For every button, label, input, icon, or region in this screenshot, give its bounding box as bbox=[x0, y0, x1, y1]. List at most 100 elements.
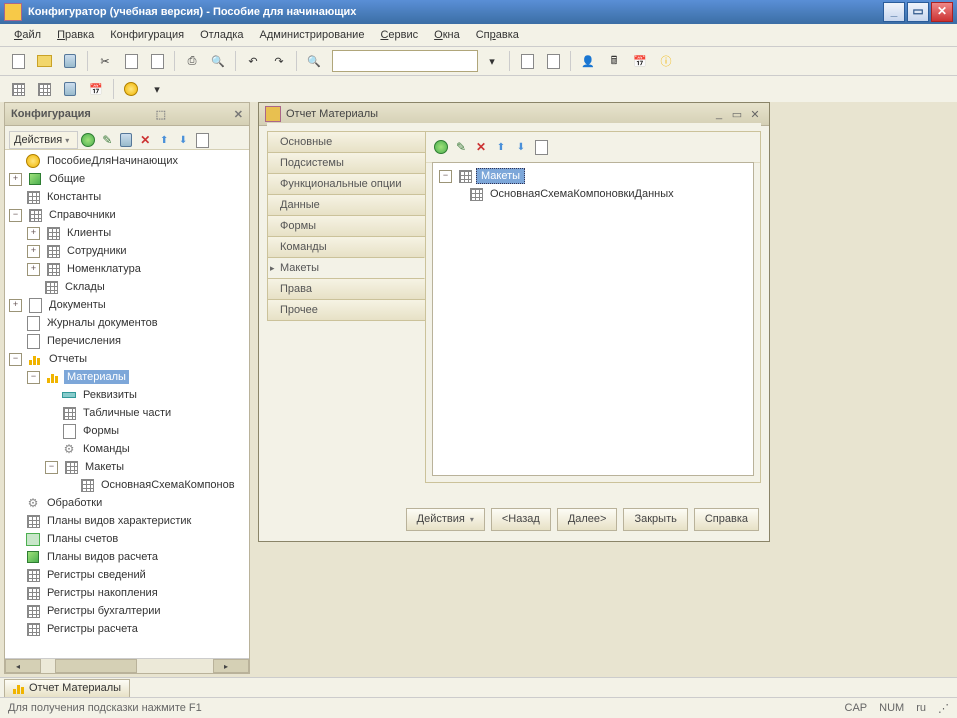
tree-label[interactable]: Константы bbox=[44, 190, 104, 204]
tree-item-label[interactable]: ОсновнаяСхемаКомпоновкиДанных bbox=[487, 187, 677, 201]
tree-label[interactable]: Регистры бухгалтерии bbox=[44, 604, 164, 618]
cb-delete-icon[interactable]: ✕ bbox=[472, 138, 490, 156]
tree-label[interactable]: Регистры сведений bbox=[44, 568, 149, 582]
maximize-button[interactable]: ▭ bbox=[907, 2, 929, 22]
close-report-button[interactable]: Закрыть bbox=[623, 508, 687, 531]
tree-row[interactable]: Планы видов расчета bbox=[5, 548, 249, 566]
tree-row[interactable]: Журналы документов bbox=[5, 314, 249, 332]
calc-icon[interactable]: 🖩 bbox=[602, 49, 626, 73]
tree-label[interactable]: ОсновнаяСхемаКомпонов bbox=[98, 478, 238, 492]
tree-row[interactable]: ⚙Команды bbox=[5, 440, 249, 458]
next-button[interactable]: Далее> bbox=[557, 508, 618, 531]
help-button[interactable]: Справка bbox=[694, 508, 759, 531]
scroll-thumb[interactable] bbox=[55, 659, 137, 673]
tree-row[interactable]: Формы bbox=[5, 422, 249, 440]
tree-label[interactable]: Номенклатура bbox=[64, 262, 144, 276]
menu-file[interactable]: Файл bbox=[8, 27, 47, 43]
tree-label[interactable]: Материалы bbox=[64, 370, 129, 384]
tree-label[interactable]: Планы видов характеристик bbox=[44, 514, 194, 528]
run-dd-icon[interactable]: ▾ bbox=[145, 77, 169, 101]
tree-row[interactable]: Планы счетов bbox=[5, 530, 249, 548]
expander-icon[interactable]: − bbox=[45, 461, 58, 474]
menu-config[interactable]: Конфигурация bbox=[104, 27, 190, 43]
scroll-right-icon[interactable]: ▸ bbox=[213, 659, 249, 673]
copy-icon[interactable] bbox=[119, 49, 143, 73]
expander-icon[interactable]: + bbox=[27, 245, 40, 258]
cfg-cal-icon[interactable]: 📅 bbox=[84, 77, 108, 101]
expander-icon[interactable]: − bbox=[9, 209, 22, 222]
cb-add-icon[interactable] bbox=[432, 138, 450, 156]
tab-3[interactable]: Данные bbox=[267, 194, 425, 216]
tree-label[interactable]: Табличные части bbox=[80, 406, 174, 420]
tree-label[interactable]: Отчеты bbox=[46, 352, 90, 366]
tree-label[interactable]: Формы bbox=[80, 424, 122, 438]
search-dd-icon[interactable]: ▾ bbox=[480, 49, 504, 73]
tree-row[interactable]: Реквизиты bbox=[5, 386, 249, 404]
minimize-button[interactable]: _ bbox=[883, 2, 905, 22]
move-up-icon[interactable]: ⬆ bbox=[155, 131, 173, 149]
redo-icon[interactable]: ↷ bbox=[267, 49, 291, 73]
tree-row[interactable]: − Макеты bbox=[437, 167, 749, 185]
tree-row[interactable]: Регистры сведений bbox=[5, 566, 249, 584]
users-icon[interactable]: 👤 bbox=[576, 49, 600, 73]
cfg-pin-icon[interactable]: ⬚ bbox=[156, 108, 166, 121]
expander-icon[interactable]: + bbox=[9, 299, 22, 312]
expander-icon[interactable]: + bbox=[27, 227, 40, 240]
expander-icon[interactable]: + bbox=[27, 263, 40, 276]
sort-icon[interactable] bbox=[193, 131, 211, 149]
tree-row[interactable]: −Справочники bbox=[5, 206, 249, 224]
close-button[interactable]: ✕ bbox=[931, 2, 953, 22]
tab-6[interactable]: Макеты bbox=[267, 257, 425, 279]
tree-row[interactable]: + Номенклатура bbox=[5, 260, 249, 278]
tree-label[interactable]: Журналы документов bbox=[44, 316, 161, 330]
tree-row[interactable]: − Материалы bbox=[5, 368, 249, 386]
cfg-hscroll[interactable]: ◂ ▸ bbox=[5, 658, 249, 673]
menu-admin[interactable]: Администрирование bbox=[254, 27, 371, 43]
tree-row[interactable]: Константы bbox=[5, 188, 249, 206]
tree-label[interactable]: Реквизиты bbox=[80, 388, 140, 402]
tree-row[interactable]: Регистры бухгалтерии bbox=[5, 602, 249, 620]
cfg-db-icon[interactable] bbox=[58, 77, 82, 101]
tree-row[interactable]: Регистры накопления bbox=[5, 584, 249, 602]
paste-icon[interactable] bbox=[145, 49, 169, 73]
expander-icon[interactable]: + bbox=[9, 173, 22, 186]
tree-row[interactable]: − Макеты bbox=[5, 458, 249, 476]
report-min-icon[interactable]: _ bbox=[711, 108, 727, 120]
tree-label[interactable]: Регистры расчета bbox=[44, 622, 141, 636]
cb-edit-icon[interactable]: ✎ bbox=[452, 138, 470, 156]
tree-label[interactable]: ПособиеДляНачинающих bbox=[44, 154, 181, 168]
tab-5[interactable]: Команды bbox=[267, 236, 425, 258]
edit-icon[interactable]: ✎ bbox=[98, 131, 116, 149]
cfg-actions-button[interactable]: Действия bbox=[9, 131, 78, 149]
tree-label[interactable]: Склады bbox=[62, 280, 108, 294]
tab-1[interactable]: Подсистемы bbox=[267, 152, 425, 174]
tree-label[interactable]: Документы bbox=[46, 298, 109, 312]
tree-row[interactable]: +Клиенты bbox=[5, 224, 249, 242]
tree-row[interactable]: + Документы bbox=[5, 296, 249, 314]
tree-row[interactable]: Перечисления bbox=[5, 332, 249, 350]
tab-8[interactable]: Прочее bbox=[267, 299, 425, 321]
tree-row[interactable]: +Сотрудники bbox=[5, 242, 249, 260]
tree-row[interactable]: Планы видов характеристик bbox=[5, 512, 249, 530]
tree-row[interactable]: +Общие bbox=[5, 170, 249, 188]
tree-row[interactable]: ОсновнаяСхемаКомпоновкиДанных bbox=[437, 185, 749, 203]
task-item[interactable]: Отчет Материалы bbox=[4, 679, 130, 698]
cb-up-icon[interactable]: ⬆ bbox=[492, 138, 510, 156]
expander-icon[interactable]: − bbox=[27, 371, 40, 384]
tool-a-icon[interactable] bbox=[515, 49, 539, 73]
tree-label[interactable]: Обработки bbox=[44, 496, 105, 510]
tree-label[interactable]: Регистры накопления bbox=[44, 586, 161, 600]
actions-button[interactable]: Действия bbox=[406, 508, 485, 531]
tree-label[interactable]: Макеты bbox=[82, 460, 127, 474]
tree-label[interactable]: Перечисления bbox=[44, 334, 124, 348]
collapse-icon[interactable]: − bbox=[439, 170, 452, 183]
cfg-icon[interactable] bbox=[6, 77, 30, 101]
delete-icon[interactable] bbox=[117, 131, 135, 149]
menu-edit[interactable]: Правка bbox=[51, 27, 100, 43]
cfg-close-icon[interactable]: ✕ bbox=[231, 108, 243, 121]
cfg-tree-icon[interactable] bbox=[32, 77, 56, 101]
tree-row[interactable]: ОсновнаяСхемаКомпонов bbox=[5, 476, 249, 494]
tab-7[interactable]: Права bbox=[267, 278, 425, 300]
cut-icon[interactable]: ✂ bbox=[93, 49, 117, 73]
remove-icon[interactable]: ✕ bbox=[136, 131, 154, 149]
